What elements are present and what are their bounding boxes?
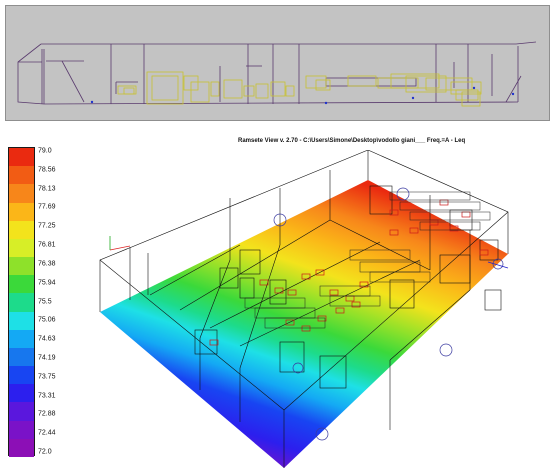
legend-value-label: 78.13	[38, 185, 56, 193]
legend-swatch	[9, 293, 34, 313]
legend-swatch	[9, 329, 34, 349]
noise-map-svg	[99, 150, 509, 468]
legend-value-label: 77.69	[38, 203, 56, 211]
legend-swatch	[9, 220, 34, 240]
legend-value-label: 74.19	[38, 354, 56, 362]
legend-swatch	[9, 420, 34, 440]
legend-value-label: 77.25	[38, 222, 56, 230]
legend-value-label: 74.63	[38, 335, 56, 343]
view-title: Ramsete View v. 2.70 - C:\Users\Simone\D…	[238, 138, 466, 144]
legend-value-label: 73.31	[38, 392, 56, 400]
side-view-panel[interactable]	[5, 5, 550, 121]
legend-value-label: 72.88	[38, 410, 56, 418]
legend-swatch	[9, 184, 34, 204]
legend-value-label: 72.44	[38, 429, 56, 437]
legend-swatch	[9, 347, 34, 367]
legend-swatch	[9, 311, 34, 331]
legend-swatch	[9, 275, 34, 294]
color-scale-legend	[8, 147, 35, 458]
legend-swatch	[9, 384, 34, 403]
floor-heatmap	[100, 180, 508, 468]
legend-swatch	[9, 366, 34, 385]
legend-swatch	[9, 438, 34, 458]
legend-value-label: 72.0	[38, 448, 52, 456]
legend-swatch	[9, 402, 34, 422]
legend-swatch	[9, 202, 34, 222]
legend-value-label: 73.75	[38, 373, 56, 381]
legend-swatch	[9, 238, 34, 258]
legend-swatch	[9, 148, 34, 167]
noise-map-3d-view[interactable]	[90, 150, 558, 472]
legend-value-label: 76.81	[38, 241, 56, 249]
legend-value-label: 75.06	[38, 316, 56, 324]
legend-value-label: 75.5	[38, 298, 52, 305]
legend-swatch	[9, 166, 34, 185]
legend-value-label: 76.38	[38, 260, 56, 268]
side-view-wireframe	[17, 41, 537, 107]
legend-value-label: 78.56	[38, 166, 56, 174]
legend-value-label: 75.94	[38, 279, 56, 287]
legend-value-label: 79.0	[38, 147, 52, 155]
legend-swatch	[9, 257, 34, 276]
